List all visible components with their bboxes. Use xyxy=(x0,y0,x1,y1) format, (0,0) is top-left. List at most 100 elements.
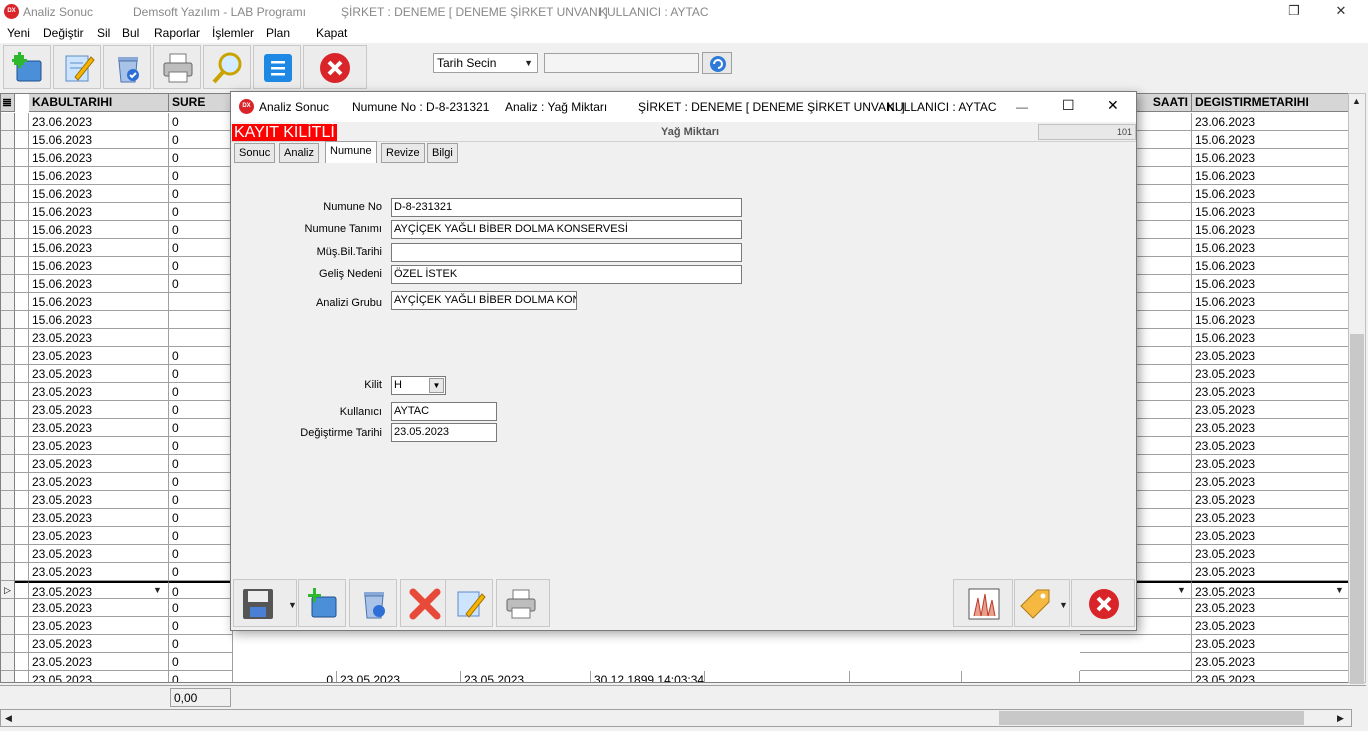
row-indicator[interactable] xyxy=(1,437,15,455)
row-spacer-cell[interactable] xyxy=(15,347,29,365)
row-indicator[interactable] xyxy=(1,491,15,509)
header-sure[interactable]: SURE xyxy=(169,94,233,112)
row-indicator[interactable] xyxy=(1,113,15,131)
degis-cell[interactable]: 23.05.2023 xyxy=(1192,509,1351,527)
kabul-cell[interactable]: 23.05.2023 xyxy=(29,419,169,437)
scroll-right-icon[interactable]: ▶ xyxy=(1337,713,1344,724)
degis-cell[interactable]: 23.06.2023 xyxy=(1192,113,1351,131)
row-spacer-cell[interactable] xyxy=(15,221,29,239)
sure-cell[interactable]: 0 xyxy=(169,437,233,455)
row-indicator[interactable]: ▷ xyxy=(1,581,15,599)
row-spacer-cell[interactable] xyxy=(15,599,29,617)
sure-cell[interactable]: 0 xyxy=(169,365,233,383)
row-spacer-cell[interactable] xyxy=(15,401,29,419)
menu-raporlar[interactable]: Raporlar xyxy=(154,26,200,40)
kabul-cell[interactable]: 23.05.2023 xyxy=(29,437,169,455)
degistirme-tarihi-field[interactable]: 23.05.2023 xyxy=(391,423,497,442)
kabul-cell[interactable]: 23.05.2023 xyxy=(29,599,169,617)
menu-plan[interactable]: Plan xyxy=(266,26,290,40)
dialog-close-icon[interactable]: ✕ xyxy=(1107,97,1119,114)
degis-cell[interactable]: 23.05.2023 xyxy=(1192,491,1351,509)
kabul-cell[interactable]: 23.05.2023 xyxy=(29,455,169,473)
sure-cell[interactable]: 0 xyxy=(169,203,233,221)
restore-icon[interactable]: ❐ xyxy=(1284,3,1304,19)
row-indicator[interactable] xyxy=(1,365,15,383)
tag-button[interactable]: ▼ xyxy=(1014,579,1070,627)
row-spacer-cell[interactable] xyxy=(15,419,29,437)
tag-dropdown-icon[interactable]: ▼ xyxy=(1059,600,1068,610)
sure-cell[interactable]: 0 xyxy=(169,635,233,653)
sure-cell[interactable]: 0 xyxy=(169,563,233,581)
timestamp-cell[interactable]: 30.12.1899 14:03:34 xyxy=(591,671,705,682)
degis-dropdown-icon[interactable]: ▼ xyxy=(1335,585,1344,595)
kabul-cell[interactable]: 23.05.2023 xyxy=(29,545,169,563)
row-indicator[interactable] xyxy=(1,203,15,221)
degis-cell[interactable]: 23.05.2023 xyxy=(1192,365,1351,383)
row-spacer-cell[interactable] xyxy=(15,185,29,203)
degis-cell[interactable]: 23.05.2023 xyxy=(1192,581,1351,599)
row-indicator[interactable] xyxy=(1,653,15,671)
tab-analiz[interactable]: Analiz xyxy=(279,143,319,163)
sure-cell[interactable]: 0 xyxy=(169,347,233,365)
sure-cell[interactable]: 0 xyxy=(169,473,233,491)
menu-degistir[interactable]: Değiştir xyxy=(43,26,84,40)
sure-cell[interactable]: 0 xyxy=(169,599,233,617)
row-spacer-cell[interactable] xyxy=(15,653,29,671)
degis-cell[interactable]: 15.06.2023 xyxy=(1192,131,1351,149)
kabul-cell[interactable]: 23.05.2023 xyxy=(29,671,169,682)
chevron-down-icon[interactable]: ▼ xyxy=(429,378,444,393)
sure-cell[interactable]: 0 xyxy=(169,509,233,527)
empty-cell[interactable] xyxy=(850,671,962,682)
kabul-cell[interactable]: 15.06.2023 xyxy=(29,221,169,239)
empty-cell[interactable] xyxy=(705,671,850,682)
degis-cell[interactable]: 15.06.2023 xyxy=(1192,149,1351,167)
degis-cell[interactable]: 15.06.2023 xyxy=(1192,203,1351,221)
sure-cell[interactable]: 0 xyxy=(169,167,233,185)
kabul-cell[interactable]: 23.05.2023 xyxy=(29,527,169,545)
minimize-icon[interactable]: — xyxy=(1016,100,1028,114)
empty-cell[interactable] xyxy=(962,671,1080,682)
row-spacer-cell[interactable] xyxy=(15,383,29,401)
row-indicator[interactable] xyxy=(1,185,15,203)
row-spacer-cell[interactable] xyxy=(15,437,29,455)
numune-tanimi-field[interactable]: AYÇİÇEK YAĞLI BİBER DOLMA KONSERVESİ xyxy=(391,220,742,239)
header-degistirmetarihi[interactable]: DEGISTIRMETARIHI xyxy=(1192,94,1351,112)
degis-cell[interactable]: 15.06.2023 xyxy=(1192,185,1351,203)
tab-sonuc[interactable]: Sonuc xyxy=(234,143,276,163)
row-indicator[interactable] xyxy=(1,383,15,401)
kullanici-field[interactable]: AYTAC xyxy=(391,402,497,421)
sure-cell[interactable]: 0 xyxy=(169,653,233,671)
kabul-cell[interactable]: 15.06.2023 xyxy=(29,149,169,167)
dialog-delete-button[interactable] xyxy=(349,579,397,627)
row-indicator[interactable] xyxy=(1,329,15,347)
kabul-cell[interactable]: 23.05.2023 xyxy=(29,491,169,509)
degis-cell[interactable]: 15.06.2023 xyxy=(1192,275,1351,293)
scroll-up-icon[interactable]: ▲ xyxy=(1352,96,1361,106)
row-spacer-cell[interactable] xyxy=(15,149,29,167)
row-spacer-cell[interactable] xyxy=(15,581,29,599)
dialog-edit-button[interactable] xyxy=(445,579,493,627)
search-button[interactable] xyxy=(203,45,251,89)
degis-cell[interactable]: 23.05.2023 xyxy=(1192,653,1351,671)
kilit-select[interactable]: H ▼ xyxy=(391,376,446,395)
header-kabultarihi[interactable]: KABULTARIHI xyxy=(29,94,169,112)
row-indicator[interactable] xyxy=(1,401,15,419)
degis-cell[interactable]: 23.05.2023 xyxy=(1192,635,1351,653)
row-indicator[interactable] xyxy=(1,311,15,329)
kabul-cell[interactable]: 15.06.2023 xyxy=(29,185,169,203)
row-spacer-cell[interactable] xyxy=(15,635,29,653)
close-window-icon[interactable]: ✕ xyxy=(1331,3,1351,19)
kabul-cell[interactable]: 23.05.2023 xyxy=(29,653,169,671)
sure-cell[interactable]: 0 xyxy=(169,419,233,437)
degis-cell[interactable]: 15.06.2023 xyxy=(1192,239,1351,257)
kabul-cell[interactable]: 23.05.2023 xyxy=(29,401,169,419)
save-button[interactable]: ▼ xyxy=(233,579,297,627)
degis-cell[interactable]: 23.05.2023 xyxy=(1192,437,1351,455)
degis-cell[interactable]: 15.06.2023 xyxy=(1192,329,1351,347)
dialog-exit-button[interactable] xyxy=(1071,579,1135,627)
row-spacer-cell[interactable] xyxy=(15,293,29,311)
sure-cell[interactable]: 0 xyxy=(169,491,233,509)
kabul-cell[interactable]: 15.06.2023 xyxy=(29,311,169,329)
kabul-cell[interactable]: 15.06.2023 xyxy=(29,167,169,185)
date2-cell[interactable]: 23.05.2023 xyxy=(461,671,591,682)
